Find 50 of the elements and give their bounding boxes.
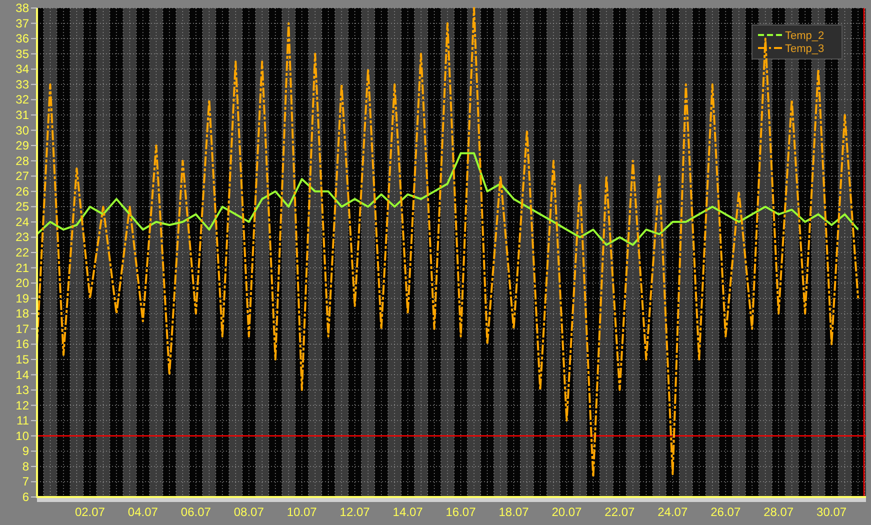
- y-tick-label: 22: [16, 246, 29, 260]
- x-tick-label: 04.07: [128, 505, 158, 519]
- y-tick-label: 14: [16, 368, 29, 382]
- y-tick-label: 24: [16, 214, 29, 229]
- legend-label: Temp_2: [785, 30, 824, 42]
- x-tick-label: 28.07: [764, 505, 794, 519]
- y-tick-label: 29: [16, 138, 29, 153]
- x-tick-label: 08.07: [234, 505, 264, 519]
- x-tick-label: 24.07: [658, 505, 688, 519]
- y-tick-label: 32: [16, 92, 29, 107]
- x-tick-label: 10.07: [286, 505, 317, 519]
- y-tick-label: 27: [16, 169, 29, 184]
- y-tick-label: 30: [16, 123, 29, 138]
- y-tick-label: 10: [16, 428, 29, 443]
- y-tick-label: 35: [16, 46, 29, 61]
- y-tick-label: 37: [16, 16, 29, 30]
- x-tick-label: 06.07: [180, 505, 211, 519]
- x-tick-label: 18.07: [498, 505, 529, 519]
- x-tick-label: 30.07: [816, 505, 847, 519]
- y-tick-label: 26: [16, 184, 29, 198]
- x-tick-label: 16.07: [446, 505, 476, 519]
- y-tick-label: 23: [16, 230, 29, 244]
- x-tick-label: 26.07: [710, 505, 741, 519]
- y-tick-label: 12: [16, 398, 29, 412]
- y-tick-label: 8: [22, 459, 29, 474]
- y-tick-label: 28: [16, 154, 29, 168]
- y-tick-label: 21: [16, 260, 29, 275]
- y-tick-label: 38: [16, 1, 29, 15]
- x-tick-label: 20.07: [552, 505, 582, 519]
- y-tick-label: 18: [16, 306, 29, 321]
- y-tick-label: 34: [16, 62, 29, 76]
- y-tick-label: 15: [16, 352, 29, 366]
- y-tick-label: 31: [16, 108, 29, 122]
- x-tick-label: 12.07: [340, 505, 370, 519]
- y-tick-label: 11: [16, 414, 29, 428]
- y-tick-label: 19: [16, 291, 29, 306]
- y-tick-label: 9: [22, 444, 29, 458]
- y-tick-label: 20: [16, 276, 29, 290]
- y-tick-label: 36: [16, 32, 29, 46]
- y-tick-label: 33: [16, 77, 29, 92]
- x-tick-label: 22.07: [604, 505, 635, 519]
- y-tick-label: 25: [16, 200, 29, 214]
- x-tick-label: 14.07: [392, 505, 423, 519]
- legend-label: Temp_3: [785, 43, 824, 55]
- y-tick-label: 7: [22, 474, 29, 489]
- y-tick-label: 17: [16, 322, 29, 336]
- y-tick-label: 13: [16, 383, 29, 398]
- y-tick-label: 16: [16, 337, 29, 352]
- y-tick-label: 6: [22, 490, 29, 504]
- x-tick-label: 02.07: [74, 505, 105, 519]
